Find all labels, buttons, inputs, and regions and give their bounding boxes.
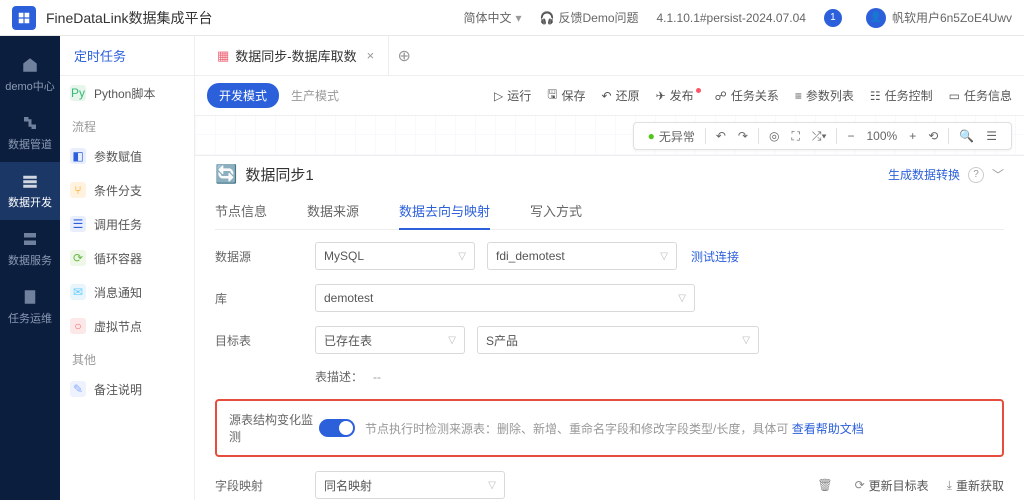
side-tab-scheduled[interactable]: 定时任务 (60, 36, 140, 76)
user-menu[interactable]: 👤帆软用户6n5ZoE4Uwv (866, 8, 1012, 28)
monitor-toggle[interactable] (319, 419, 355, 437)
relations-button[interactable]: ☍任务关系 (715, 87, 779, 104)
desc-value: -- (373, 370, 381, 384)
update-target[interactable]: ⟳更新目标表 (855, 477, 929, 494)
rail-dev[interactable]: 数据开发 (0, 162, 60, 220)
info-button[interactable]: ▭任务信息 (949, 87, 1012, 104)
main-tab-0[interactable]: ▦数据同步-数据库取数× (203, 36, 389, 76)
help-icon[interactable]: ? (968, 167, 984, 183)
revert-button[interactable]: ↶还原 (602, 87, 640, 104)
float-toolbar: ●无异常 ↶ ↷ ◎ ⛶ ⤮▾ − 100% + ⟲ 🔍 ☰ (633, 122, 1012, 150)
side-item-loop[interactable]: ⟳循环容器 (60, 241, 194, 275)
list-icon[interactable]: ☰ (986, 129, 997, 143)
publish-button[interactable]: ✈发布 (656, 87, 699, 104)
dev-mode-pill[interactable]: 开发模式 (207, 83, 279, 108)
ds-label: 数据源 (215, 248, 315, 265)
notif-badge[interactable]: 1 (824, 9, 848, 27)
redo-icon[interactable]: ↷ (738, 129, 748, 143)
save-button[interactable]: 🖫保存 (547, 85, 585, 106)
search-icon[interactable]: 🔍 (959, 129, 974, 143)
map-label: 字段映射 (215, 477, 315, 494)
version-text: 4.1.10.1#persist-2024.07.04 (657, 11, 806, 25)
mon-label: 源表结构变化监测 (229, 411, 319, 445)
help-doc-link[interactable]: 查看帮助文档 (792, 422, 864, 436)
tb-mode-select[interactable]: 已存在表▽ (315, 326, 465, 354)
rail-service[interactable]: 数据服务 (0, 220, 60, 278)
delete-action[interactable]: 🗑 (817, 478, 836, 492)
params-button[interactable]: ≡参数列表 (795, 87, 854, 104)
app-title: FineDataLink数据集成平台 (46, 8, 213, 28)
mon-hint: 节点执行时检测来源表：删除、新增、重命名字段和修改字段类型/长度，具体可 查看帮… (365, 420, 990, 437)
close-tab-icon[interactable]: × (367, 48, 375, 63)
side-item-param[interactable]: ◧参数赋值 (60, 139, 194, 173)
run-button[interactable]: ▷运行 (494, 87, 531, 104)
side-item-call[interactable]: ☰调用任务 (60, 207, 194, 241)
sidebar: 定时任务 PyPython脚本 流程 ◧参数赋值 ⑂条件分支 ☰调用任务 ⟳循环… (60, 36, 195, 500)
side-item-virtual[interactable]: ○虚拟节点 (60, 309, 194, 343)
undo-icon[interactable]: ↶ (716, 129, 726, 143)
db-label: 库 (215, 290, 315, 307)
side-item-branch[interactable]: ⑂条件分支 (60, 173, 194, 207)
rail-demo[interactable]: demo中心 (0, 46, 60, 104)
panel-title: 数据同步1 (245, 164, 888, 185)
rail-ops[interactable]: 任务运维 (0, 278, 60, 336)
gen-link[interactable]: 生成数据转换 (888, 166, 960, 183)
sync-icon: 🔄 (215, 164, 237, 185)
reset-zoom-icon[interactable]: ⟲ (928, 129, 938, 143)
test-conn-link[interactable]: 测试连接 (691, 248, 739, 265)
db-select[interactable]: demotest▽ (315, 284, 695, 312)
zoom-out-icon[interactable]: − (847, 129, 854, 143)
logo-icon (12, 6, 36, 30)
ptab-1[interactable]: 数据来源 (307, 193, 359, 229)
status-ok: ●无异常 (648, 128, 695, 145)
tb-label: 目标表 (215, 332, 315, 349)
zoom-in-icon[interactable]: + (909, 129, 916, 143)
side-group-other: 其他 (60, 343, 194, 372)
ptab-0[interactable]: 节点信息 (215, 193, 267, 229)
add-tab-button[interactable]: ⊕ (389, 41, 419, 71)
tb-name-select[interactable]: S产品▽ (477, 326, 759, 354)
ptab-2[interactable]: 数据去向与映射 (399, 193, 490, 230)
canvas[interactable]: ●无异常 ↶ ↷ ◎ ⛶ ⤮▾ − 100% + ⟲ 🔍 ☰ (195, 116, 1024, 156)
side-group-flow: 流程 (60, 110, 194, 139)
side-item-msg[interactable]: ✉消息通知 (60, 275, 194, 309)
target-icon[interactable]: ◎ (769, 129, 779, 143)
left-rail: demo中心 数据管道 数据开发 数据服务 任务运维 (0, 36, 60, 500)
ds-type-select[interactable]: MySQL▽ (315, 242, 475, 270)
prod-mode[interactable]: 生产模式 (291, 87, 339, 104)
map-select[interactable]: 同名映射▽ (315, 471, 505, 499)
collapse-icon[interactable]: ﹀ (992, 166, 1004, 183)
refetch-action[interactable]: ⤓重新获取 (947, 477, 1004, 494)
zoom-text: 100% (867, 129, 898, 143)
monitor-highlight: 源表结构变化监测 节点执行时检测来源表：删除、新增、重命名字段和修改字段类型/长… (215, 399, 1004, 457)
feedback-link[interactable]: 🎧反馈Demo问题 (540, 9, 639, 26)
ptab-3[interactable]: 写入方式 (530, 193, 582, 229)
rail-pipeline[interactable]: 数据管道 (0, 104, 60, 162)
control-button[interactable]: ☷任务控制 (870, 87, 933, 104)
ds-conn-select[interactable]: fdi_demotest▽ (487, 242, 677, 270)
desc-label: 表描述： (315, 368, 363, 385)
side-item-note[interactable]: ✎备注说明 (60, 372, 194, 406)
layout-icon[interactable]: ⤮▾ (812, 129, 827, 144)
lang-select[interactable]: 简体中文▾ (463, 9, 521, 26)
side-item-python[interactable]: PyPython脚本 (60, 76, 194, 110)
fit-icon[interactable]: ⛶ (791, 129, 799, 144)
